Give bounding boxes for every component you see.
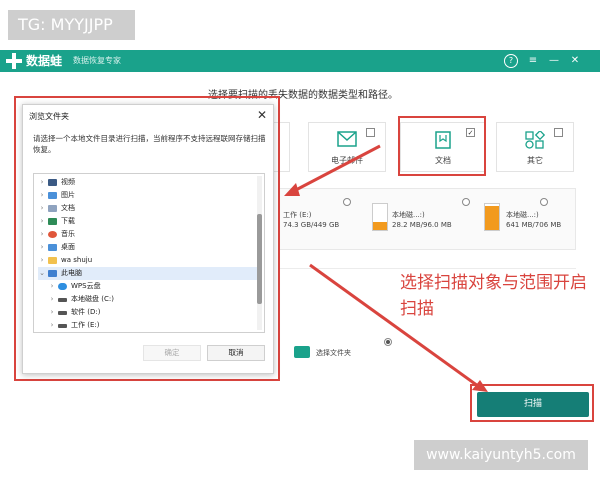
cloud-icon <box>58 283 67 290</box>
download-icon <box>48 218 57 225</box>
tree-item[interactable]: › 图片 <box>38 189 258 202</box>
tree-item-label: 音乐 <box>61 230 75 238</box>
tree-item-label: 视频 <box>61 178 75 186</box>
chevron-right-icon[interactable]: › <box>38 241 46 254</box>
disk-icon <box>58 311 67 315</box>
desktop-icon <box>48 244 57 251</box>
chevron-right-icon[interactable]: › <box>38 215 46 228</box>
tree-item-label: 工作 (E:) <box>71 321 100 329</box>
tree-item[interactable]: › 视频 <box>38 176 258 189</box>
tree-item-label: 软件 (D:) <box>71 308 101 316</box>
ok-button[interactable]: 确定 <box>143 345 201 361</box>
tree-item[interactable]: › 音乐 <box>38 228 258 241</box>
tree-item-label: 下载 <box>61 217 75 225</box>
arrow-to-dialog <box>291 144 381 194</box>
tree-item[interactable]: › WPS云盘 <box>48 280 258 293</box>
arrowhead-dialog <box>284 183 300 196</box>
folder-tree[interactable]: › 视频 › 图片 › 文档 › 下载 › 音乐 › 桌面 › wa shuju… <box>33 173 265 333</box>
tree-item-label: wa shuju <box>61 256 93 264</box>
chevron-right-icon[interactable]: › <box>38 228 46 241</box>
chevron-right-icon[interactable]: › <box>38 254 46 267</box>
dialog-close-icon[interactable]: ✕ <box>257 107 267 123</box>
tree-item[interactable]: › 软件 (D:) <box>48 306 258 319</box>
tree-item-label: 本地磁盘 (C:) <box>71 295 114 303</box>
picture-icon <box>48 192 57 199</box>
disk-icon <box>58 298 67 302</box>
tree-item-selected[interactable]: ⌄ 此电脑 <box>38 267 258 280</box>
chevron-right-icon[interactable]: › <box>38 189 46 202</box>
dialog-description: 请选择一个本地文件目录进行扫描，当前程序不支持远程联网存储扫描恢复。 <box>33 134 266 154</box>
tree-item-label: WPS云盘 <box>71 282 101 290</box>
cancel-button[interactable]: 取消 <box>207 345 265 361</box>
disk-icon <box>58 324 67 328</box>
chevron-right-icon[interactable]: › <box>48 280 56 293</box>
tree-item[interactable]: › 工作 (E:) <box>48 319 258 332</box>
tree-scrollbar-thumb[interactable] <box>257 214 262 304</box>
folder-icon <box>48 257 57 264</box>
arrow-to-scan <box>309 263 479 388</box>
document-icon <box>48 205 57 212</box>
pc-icon <box>48 270 57 277</box>
browse-folder-dialog: 浏览文件夹 ✕ 请选择一个本地文件目录进行扫描，当前程序不支持远程联网存储扫描恢… <box>22 104 274 374</box>
chevron-right-icon[interactable]: › <box>38 176 46 189</box>
tree-item[interactable]: › 下载 <box>38 215 258 228</box>
tree-item[interactable]: › 文档 <box>38 202 258 215</box>
chevron-right-icon[interactable]: › <box>38 202 46 215</box>
chevron-right-icon[interactable]: › <box>48 293 56 306</box>
chevron-right-icon[interactable]: › <box>48 319 56 332</box>
chevron-right-icon[interactable]: › <box>48 306 56 319</box>
watermark-bottom-right: www.kaiyuntyh5.com <box>414 440 588 470</box>
tree-item-label: 此电脑 <box>61 269 82 277</box>
music-icon <box>48 231 57 238</box>
tree-item[interactable]: › 本地磁盘 (C:) <box>48 293 258 306</box>
tree-item[interactable]: › wa shuju <box>38 254 258 267</box>
tree-item-label: 桌面 <box>61 243 75 251</box>
dialog-title: 浏览文件夹 <box>29 112 69 121</box>
tree-item[interactable]: › 桌面 <box>38 241 258 254</box>
chevron-down-icon[interactable]: ⌄ <box>38 267 46 280</box>
video-icon <box>48 179 57 186</box>
tree-item-label: 图片 <box>61 191 75 199</box>
tree-item-label: 文档 <box>61 204 75 212</box>
